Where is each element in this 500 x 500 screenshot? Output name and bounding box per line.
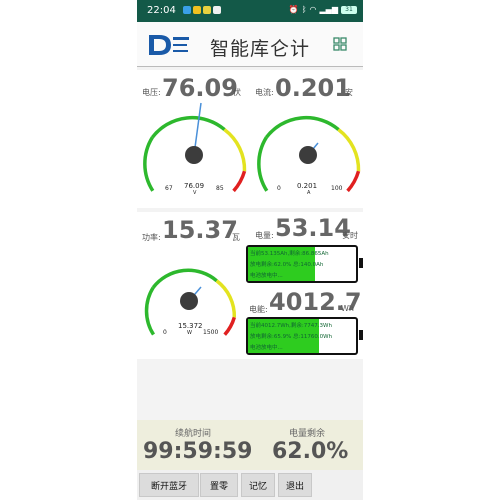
app-notification-icon [193, 6, 201, 14]
current-max: 100 [331, 185, 343, 192]
current-gauge-unit: A [307, 190, 311, 196]
voltage-max: 85 [216, 185, 224, 192]
battery-icon: 31 [341, 5, 357, 14]
energy-battery-cap [359, 330, 363, 340]
reset-button[interactable]: 置零 [200, 473, 238, 497]
current-gauge [257, 115, 361, 193]
power-max: 1500 [203, 329, 219, 336]
current-min: 0 [277, 185, 281, 192]
status-time: 22:04 [147, 5, 176, 16]
runtime-label: 续航时间 [175, 429, 212, 439]
power-min: 0 [163, 329, 167, 336]
upper-panel: 电压: 76.09 伏 电流: 0.201 安 67 76.09 V 85 0 … [137, 70, 363, 208]
energy-battery-line3: 电池放电中... [250, 345, 283, 351]
energy-unit: Wh [341, 304, 354, 313]
lower-panel: 功率: 15.37 瓦 电量: 53.14 安时 当前53.135Ah,剩余:8… [137, 212, 363, 359]
summary-footer: 续航时间 99:59:59 电量剩余 62.0% [137, 420, 363, 470]
wifi-icon: ◠ [309, 5, 317, 14]
voltage-gauge-value: 76.09 [184, 182, 205, 190]
energy-battery-line2: 放电剩余:65.9% 总:11760.0Wh [250, 334, 333, 340]
power-gauge-value: 15.372 [178, 322, 203, 330]
voltage-gauge-unit: V [193, 190, 197, 196]
charge-battery-cap [359, 258, 363, 268]
app-notification-icon [213, 6, 221, 14]
charge-unit: 安时 [342, 231, 358, 240]
alarm-icon: ⏰ [288, 5, 299, 14]
app-notification-icon [183, 6, 191, 14]
energy-battery-line1: 当前4012.7Wh,剩余:7747.3Wh [250, 323, 332, 329]
voltage-min: 67 [165, 185, 173, 192]
system-icons: ⏰ ᛒ ◠ ▂▄▆ 31 [289, 5, 357, 14]
app-header: 智能库仑计 [137, 22, 363, 67]
notification-icons [183, 6, 221, 14]
charge-battery-line2: 放电剩余:62.0% 总:140.0Ah [250, 262, 324, 268]
energy-label: 电能: [249, 305, 268, 314]
charge-value: 53.14 [275, 214, 351, 242]
remaining-label: 电量剩余 [289, 429, 326, 439]
grid-menu-icon[interactable] [333, 37, 347, 51]
page-title: 智能库仑计 [210, 38, 311, 60]
voltage-gauge [143, 102, 247, 193]
phone-screen: 22:04 ⏰ ᛒ ◠ ▂▄▆ 31 智能库仑计 电压: 76.09 伏 电流:… [137, 0, 363, 500]
remaining-value: 62.0% [272, 439, 349, 464]
current-gauge-value: 0.201 [297, 182, 318, 190]
signal-icon: ▂▄▆ [319, 5, 338, 14]
charge-battery-line1: 当前53.135Ah,剩余:86.865Ah [250, 251, 329, 257]
power-gauge-unit: W [187, 330, 192, 336]
button-bar: 断开蓝牙 置零 记忆 退出 [137, 470, 363, 500]
memory-button[interactable]: 记忆 [241, 473, 275, 497]
exit-button[interactable]: 退出 [278, 473, 312, 497]
company-logo [149, 35, 189, 55]
charge-label: 电量: [255, 231, 274, 240]
app-notification-icon [203, 6, 211, 14]
power-gauge [144, 268, 237, 336]
runtime-value: 99:59:59 [143, 439, 253, 464]
disconnect-bluetooth-button[interactable]: 断开蓝牙 [139, 473, 199, 497]
status-bar: 22:04 ⏰ ᛒ ◠ ▂▄▆ 31 [137, 0, 363, 22]
charge-battery-indicator: 当前53.135Ah,剩余:86.865Ah 放电剩余:62.0% 总:140.… [246, 245, 363, 283]
charge-battery-line3: 电池放电中... [250, 273, 283, 279]
bluetooth-icon: ᛒ [301, 5, 307, 14]
energy-battery-indicator: 当前4012.7Wh,剩余:7747.3Wh 放电剩余:65.9% 总:1176… [246, 317, 363, 355]
